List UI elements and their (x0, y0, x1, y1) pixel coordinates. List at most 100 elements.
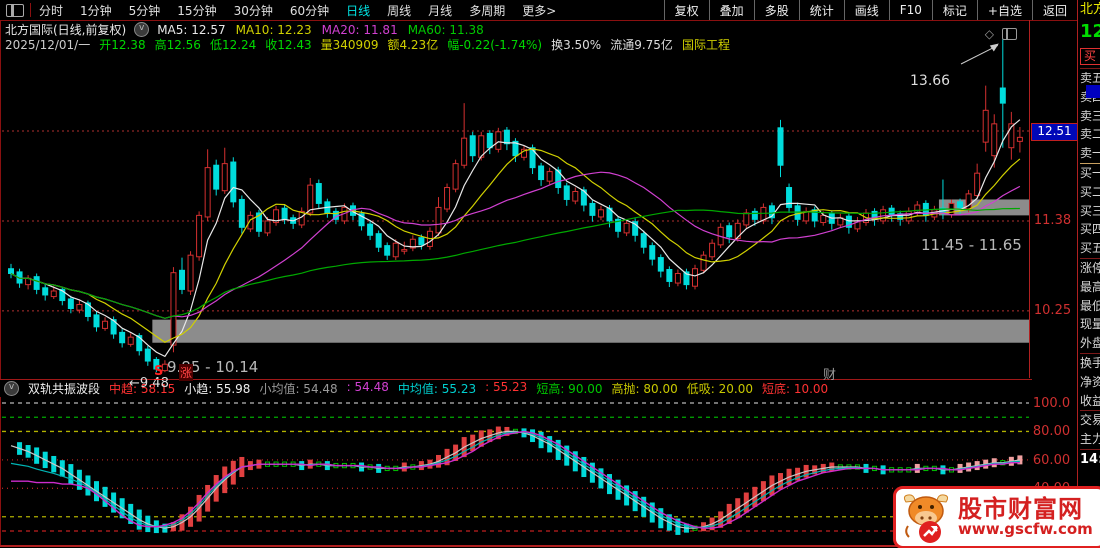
ma-legend: MA5: 12.57MA10: 12.23MA20: 11.81MA60: 11… (157, 23, 484, 37)
bull-icon (900, 492, 952, 544)
sidebar-row-1-0: 买一 (1080, 164, 1100, 183)
watermark-text: 财 (823, 364, 836, 383)
toolbar-button-0[interactable]: 复权 (664, 0, 709, 20)
trading-app-window: 分时 1分钟 5分钟 15分钟 30分钟 60分钟日线周线月线多周期更多> 复权叠加多股统… (0, 0, 1100, 548)
sidebar-row-1-3: 买四 (1080, 220, 1100, 239)
sidebar-group-4: 交易主力 (1080, 410, 1100, 449)
sidebar-row-1-1: 买二 (1080, 183, 1100, 202)
sidebar-stock-name: 北方 (1080, 0, 1100, 19)
price-axis: 12.51 11.38 10.25 (1029, 20, 1077, 378)
indicator-chevron-icon[interactable]: v (4, 381, 19, 396)
sidebar-row-2-0: 涨停 (1080, 259, 1100, 278)
indicator-value-1: 小趋: 55.98 (184, 380, 250, 397)
sidebar-row-3-0: 换手 (1080, 354, 1100, 373)
oscillator-chart-canvas[interactable] (1, 396, 1029, 545)
toolbar-actions: 复权叠加多股统计画线F10标记+自选返回 (664, 0, 1077, 20)
quote-info-segment-0: 2025/12/01/一 (5, 36, 90, 53)
period-menu-item-8[interactable]: 月线 (428, 2, 452, 19)
sidebar-row-0-2: 卖三 (1080, 107, 1100, 126)
toolbar-button-2[interactable]: 多股 (754, 0, 799, 20)
period-menu-item-6[interactable]: 日线 (346, 2, 370, 19)
buy-button[interactable]: 买 (1080, 48, 1100, 65)
indicator-value-2: 小均值: 54.48 (259, 380, 337, 397)
period-menu-item-2[interactable]: 5分钟 (129, 2, 161, 19)
toolbar-button-1[interactable]: 叠加 (709, 0, 754, 20)
indicator-axis-label-2: 60.00 (1029, 453, 1074, 468)
quote-info-segment-1: 开12.38 (99, 36, 145, 53)
candlestick-chart-canvas[interactable] (1, 20, 1029, 378)
toolbar-button-6[interactable]: 标记 (932, 0, 977, 20)
quote-info-segment-4: 收12.43 (265, 36, 311, 53)
sidebar-row-1-2: 买三 (1080, 202, 1100, 221)
indicator-value-5: : 55.23 (485, 380, 527, 397)
period-menu-item-3[interactable]: 15分钟 (177, 2, 216, 19)
quote-info-row: 2025/12/01/一开12.38高12.56低12.24收12.43量340… (5, 36, 730, 53)
price-axis-label-1: 10.25 (1030, 303, 1075, 318)
sidebar-row-4-0: 交易 (1080, 411, 1100, 430)
indicator-values: 中趋: 58.15小趋: 55.98小均值: 54.48: 54.48中均值: … (109, 380, 828, 397)
sidebar-row-3-2: 收益 (1080, 392, 1100, 411)
toolbar-button-7[interactable]: +自选 (977, 0, 1032, 20)
price-axis-label-0: 11.38 (1030, 213, 1075, 228)
mini-pane-icon[interactable] (1002, 28, 1017, 40)
indicator-value-4: 中均值: 55.23 (398, 380, 476, 397)
sidebar-row-3-1: 净资 (1080, 373, 1100, 392)
logo-url: www.gscfw.com (958, 522, 1093, 538)
sidebar-row-0-4: 卖一 (1080, 144, 1100, 163)
sidebar-selection-highlight (1086, 85, 1100, 98)
sidebar-last-price: 12.4 (1080, 19, 1100, 46)
quote-sidebar: 北方12.4 买卖五卖四卖三卖二卖一买一买二买三买四买五涨停最高最低现量外盘换手净… (1077, 0, 1100, 548)
sidebar-row-2-1: 最高 (1080, 278, 1100, 297)
indicator-axis-label-1: 80.00 (1029, 424, 1074, 439)
collapse-chevron-icon[interactable]: v (134, 22, 149, 37)
ma-legend-item-3: MA60: 11.38 (408, 23, 484, 37)
period-menu-item-9[interactable]: 多周期 (469, 2, 505, 19)
last-price-tag: 12.51 (1031, 123, 1078, 141)
toolbar-button-4[interactable]: 画线 (844, 0, 889, 20)
zone2-range-label: 11.45 - 11.65 (921, 236, 1022, 254)
ma-legend-item-0: MA5: 12.57 (157, 23, 225, 37)
toolbar-divider (30, 3, 31, 17)
left-border (0, 20, 1, 545)
indicator-axis-label-0: 100.0 (1029, 396, 1074, 411)
sidebar-row-2-2: 最低 (1080, 297, 1100, 316)
signal-rise-badge: 涨 (179, 364, 193, 381)
indicator-value-3: : 54.48 (347, 380, 389, 397)
sidebar-group-2: 涨停最高最低现量外盘 (1080, 258, 1100, 353)
toolbar-button-8[interactable]: 返回 (1032, 0, 1077, 20)
quote-info-segment-8: 换3.50% (551, 36, 601, 53)
diamond-marker-icon[interactable]: ◇ (985, 27, 994, 41)
toolbar: 分时 1分钟 5分钟 15分钟 30分钟 60分钟日线周线月线多周期更多> 复权叠加多股统… (0, 0, 1077, 21)
period-menu-item-10[interactable]: 更多> (522, 2, 556, 19)
indicator-value-8: 低吸: 20.00 (687, 380, 753, 397)
period-menu-item-1[interactable]: 1分钟 (80, 2, 112, 19)
quote-info-segment-5: 量340909 (321, 36, 379, 53)
quote-info-segment-7: 幅-0.22(-1.74%) (447, 36, 542, 53)
period-menu-item-7[interactable]: 周线 (387, 2, 411, 19)
sidebar-row-1-4: 买五 (1080, 239, 1100, 258)
period-menu-item-0[interactable]: 分时 (39, 2, 63, 19)
sidebar-group-0: 卖五卖四卖三卖二卖一 (1080, 68, 1100, 163)
main-chart[interactable]: 北方国际(日线,前复权) v MA5: 12.57MA10: 12.23MA20… (0, 20, 1029, 378)
indicator-value-6: 短高: 90.00 (536, 380, 602, 397)
indicator-value-7: 高抛: 80.00 (612, 380, 678, 397)
ma-legend-item-2: MA20: 11.81 (322, 23, 398, 37)
period-menu-item-5[interactable]: 60分钟 (290, 2, 329, 19)
logo-title: 股市财富网 (958, 497, 1093, 522)
split-pane-icon[interactable] (6, 4, 24, 17)
toolbar-button-5[interactable]: F10 (889, 0, 932, 20)
indicator-value-9: 短底: 10.00 (762, 380, 828, 397)
quote-info-segment-3: 低12.24 (210, 36, 256, 53)
sidebar-group-3: 换手净资收益 (1080, 353, 1100, 410)
toolbar-button-3[interactable]: 统计 (799, 0, 844, 20)
indicator-name: 双轨共振波段 (28, 380, 100, 397)
period-menu: 分时 1分钟 5分钟 15分钟 30分钟 60分钟日线周线月线多周期更多> (39, 2, 556, 19)
sidebar-time: 14:5 (1080, 449, 1100, 469)
sidebar-row-0-3: 卖二 (1080, 125, 1100, 144)
site-logo[interactable]: 股市财富网 www.gscfw.com (893, 486, 1100, 548)
sidebar-row-2-3: 现量 (1080, 315, 1100, 334)
quote-info-segment-9: 流通9.75亿 (610, 36, 673, 53)
period-menu-item-4[interactable]: 30分钟 (234, 2, 273, 19)
indicator-panel[interactable] (0, 396, 1029, 545)
sidebar-group-1: 买一买二买三买四买五 (1080, 163, 1100, 258)
